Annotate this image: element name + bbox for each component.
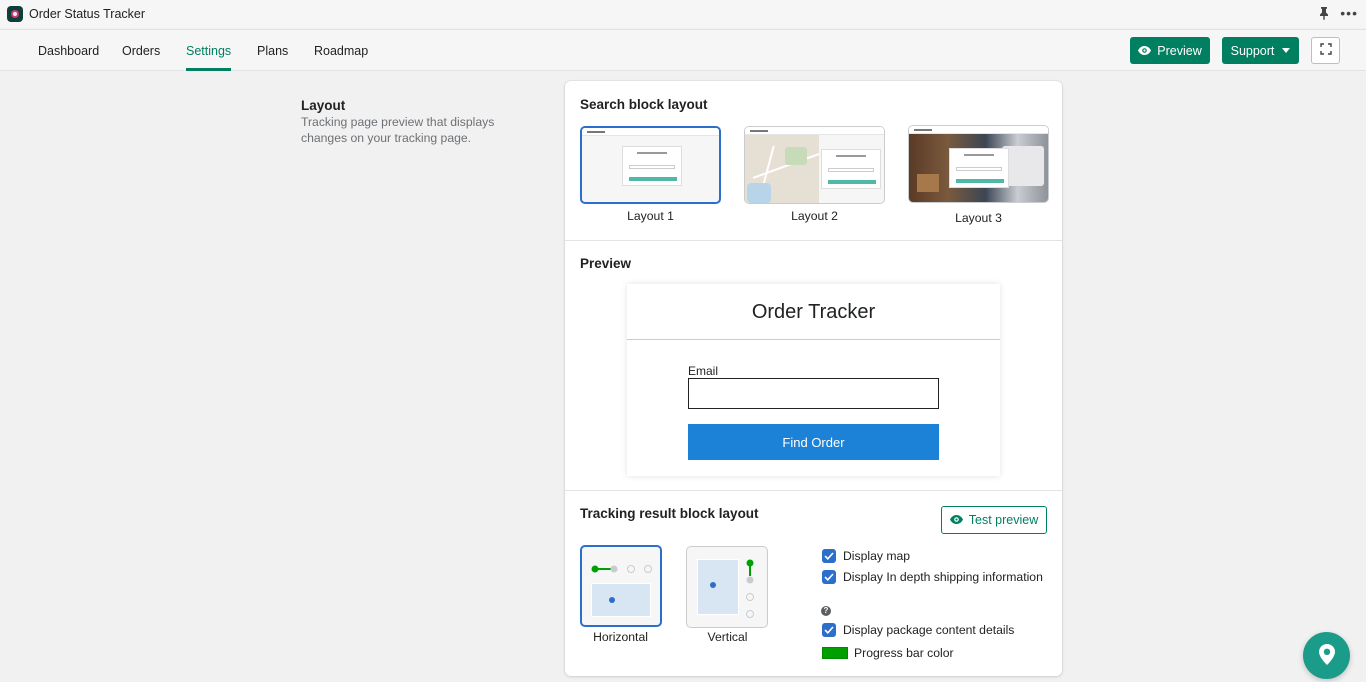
divider bbox=[565, 240, 1062, 241]
support-button[interactable]: Support bbox=[1222, 37, 1299, 64]
help-icon[interactable]: ? bbox=[821, 606, 831, 616]
display-map-checkbox[interactable] bbox=[822, 549, 836, 563]
tab-plans[interactable]: Plans bbox=[257, 30, 288, 71]
tab-orders[interactable]: Orders bbox=[122, 30, 160, 71]
layout-1-option[interactable] bbox=[580, 126, 721, 204]
divider bbox=[565, 490, 1062, 491]
eye-icon bbox=[1138, 44, 1152, 58]
fullscreen-icon bbox=[1319, 43, 1332, 58]
map-pin-icon bbox=[1318, 643, 1335, 668]
layout-3-option[interactable] bbox=[908, 125, 1049, 203]
vertical-label: Vertical bbox=[707, 630, 748, 644]
display-package-details-checkbox[interactable] bbox=[822, 623, 836, 637]
tracker-title: Order Tracker bbox=[751, 301, 876, 323]
support-button-label: Support bbox=[1230, 43, 1275, 58]
search-block-title: Search block layout bbox=[580, 97, 708, 112]
email-label: Email bbox=[688, 364, 719, 378]
display-shipping-info-label: Display In depth shipping information bbox=[843, 570, 1043, 584]
layout-section-description: Tracking page preview that displays chan… bbox=[301, 115, 495, 145]
app-logo-icon bbox=[7, 6, 23, 22]
progress-bar-color-swatch[interactable] bbox=[822, 647, 848, 659]
tab-roadmap[interactable]: Roadmap bbox=[314, 30, 368, 71]
find-order-button[interactable]: Find Order bbox=[688, 424, 939, 460]
display-map-row: Display map bbox=[822, 549, 910, 563]
progress-bar-color-row: Progress bar color bbox=[822, 646, 954, 660]
settings-card: Search block layout Layout 1 Layout 2 La… bbox=[565, 81, 1062, 676]
tab-settings[interactable]: Settings bbox=[186, 30, 232, 71]
layout-section-title: Layout bbox=[301, 98, 346, 113]
layout-2-option[interactable] bbox=[744, 126, 885, 204]
progress-bar-color-label: Progress bar color bbox=[854, 646, 954, 660]
fullscreen-button[interactable] bbox=[1311, 37, 1340, 64]
email-field[interactable] bbox=[688, 378, 939, 409]
preview-title: Preview bbox=[580, 256, 632, 271]
divider bbox=[627, 339, 1000, 340]
preview-button-label: Preview bbox=[1157, 43, 1202, 58]
tracking-result-title: Tracking result block layout bbox=[580, 506, 759, 521]
layout-3-label: Layout 3 bbox=[955, 211, 1002, 225]
test-preview-button[interactable]: Test preview bbox=[941, 506, 1047, 534]
horizontal-layout-option[interactable] bbox=[580, 545, 662, 627]
vertical-layout-option[interactable] bbox=[686, 546, 768, 628]
layout-1-label: Layout 1 bbox=[627, 209, 674, 223]
display-shipping-info-row: Display In depth shipping information bbox=[822, 570, 1043, 584]
display-package-details-row: Display package content details bbox=[822, 623, 1014, 637]
app-title: Order Status Tracker bbox=[29, 7, 146, 21]
tracker-preview: Order Tracker Email Find Order bbox=[627, 284, 1000, 476]
pin-icon[interactable] bbox=[1318, 6, 1330, 20]
caret-down-icon bbox=[1282, 48, 1291, 53]
display-package-details-label: Display package content details bbox=[843, 623, 1015, 637]
nav-bar: Dashboard Orders Settings Plans Roadmap … bbox=[0, 29, 1366, 71]
display-shipping-info-checkbox[interactable] bbox=[822, 570, 836, 584]
preview-button[interactable]: Preview bbox=[1130, 37, 1210, 64]
layout-2-label: Layout 2 bbox=[791, 209, 838, 223]
test-preview-label: Test preview bbox=[968, 513, 1039, 527]
title-bar: Order Status Tracker ••• bbox=[0, 0, 1366, 28]
display-map-label: Display map bbox=[843, 549, 911, 563]
more-icon[interactable]: ••• bbox=[1340, 6, 1358, 20]
tab-dashboard[interactable]: Dashboard bbox=[38, 30, 99, 71]
map-pin-fab-button[interactable] bbox=[1303, 632, 1350, 679]
eye-icon bbox=[949, 513, 963, 527]
